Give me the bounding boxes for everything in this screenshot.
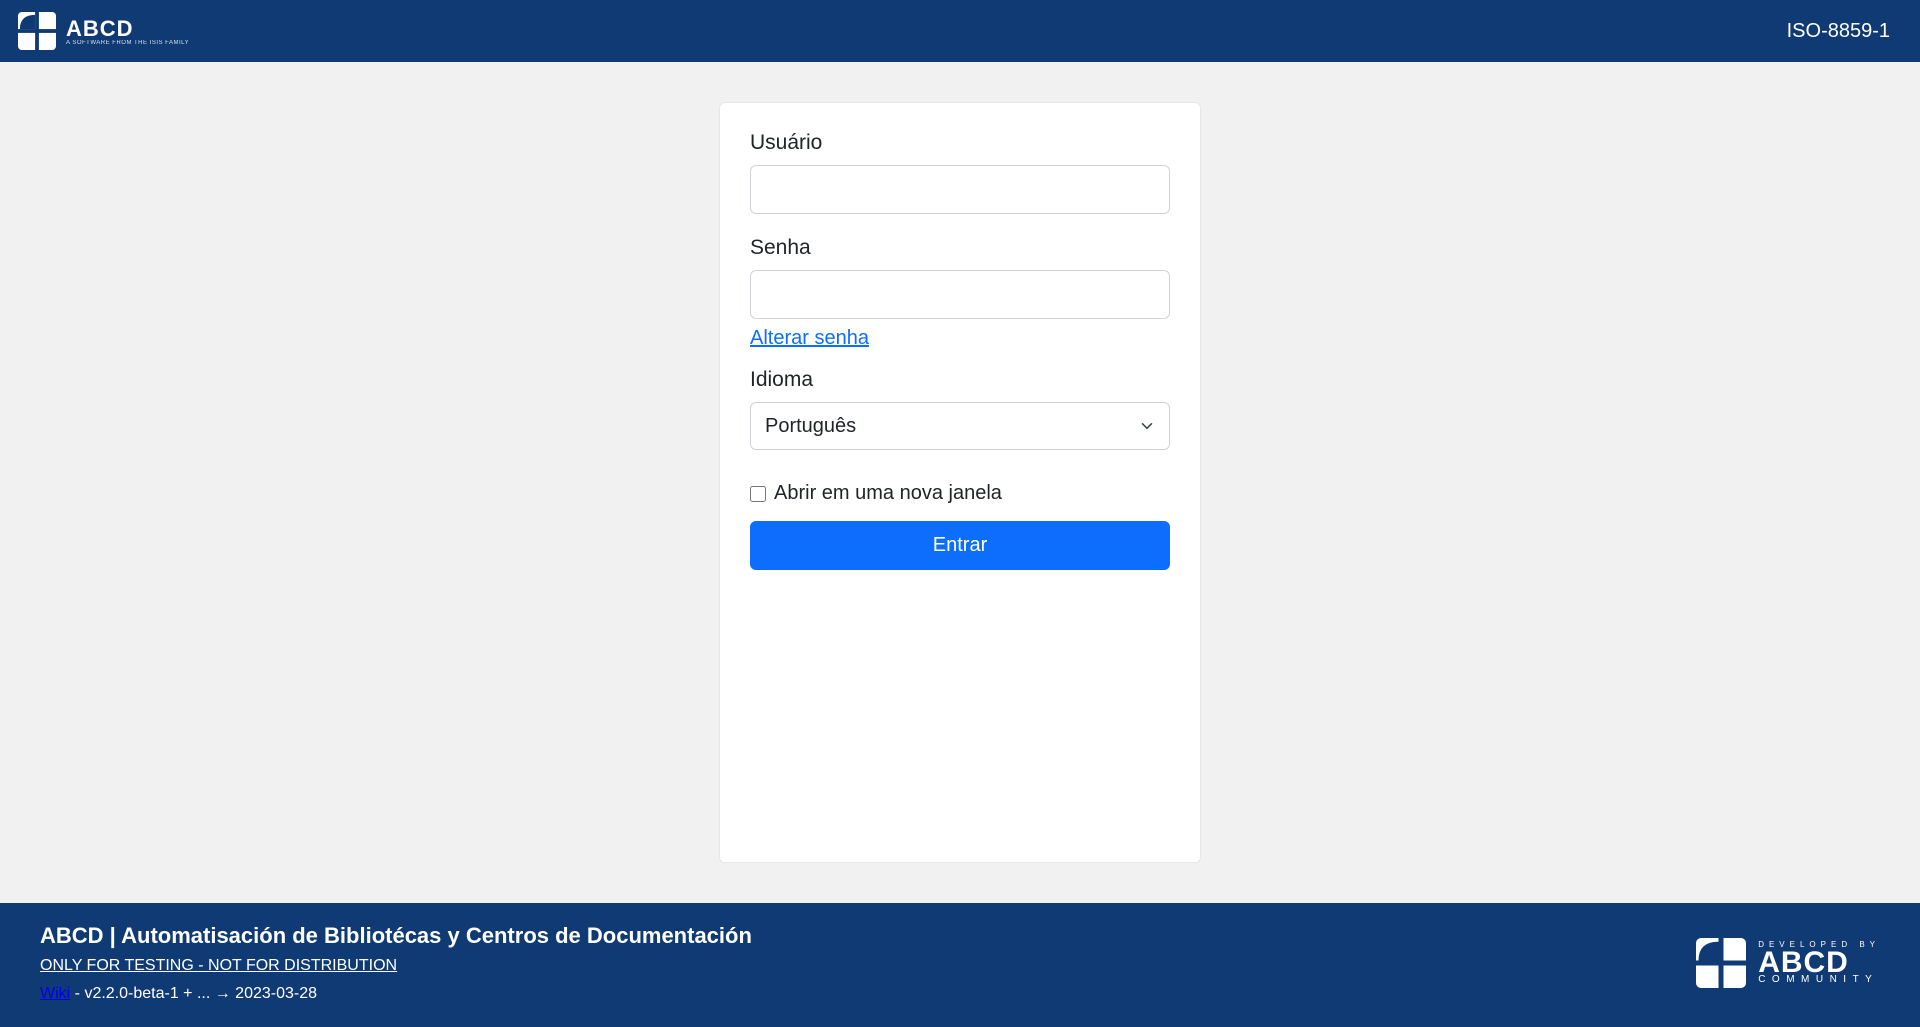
password-input[interactable]: [750, 270, 1170, 319]
app-subtitle: A SOFTWARE FROM THE ISIS FAMILY: [66, 40, 189, 46]
username-label: Usuário: [750, 131, 1170, 155]
community-text-block: DEVELOPED BY ABCD COMMUNITY: [1758, 941, 1880, 986]
language-label: Idioma: [750, 368, 1170, 392]
new-window-label[interactable]: Abrir em uma nova janela: [774, 482, 1002, 505]
community-sub-label: COMMUNITY: [1758, 975, 1880, 985]
header-left: ABCD A SOFTWARE FROM THE ISIS FAMILY: [18, 12, 189, 50]
login-card: Usuário Senha Alterar senha Idioma Portu…: [719, 102, 1201, 863]
app-title: ABCD: [66, 16, 134, 41]
new-window-checkbox[interactable]: [750, 486, 766, 502]
wiki-link[interactable]: Wiki: [40, 985, 70, 1002]
footer-title: ABCD | Automatisación de Bibliotécas y C…: [40, 923, 752, 949]
footer-version-row: Wiki - v2.2.0-beta-1 + ... → 2023-03-28: [40, 985, 752, 1003]
username-input[interactable]: [750, 165, 1170, 214]
footer-left: ABCD | Automatisación de Bibliotécas y C…: [40, 923, 752, 1003]
app-header: ABCD A SOFTWARE FROM THE ISIS FAMILY ISO…: [0, 0, 1920, 62]
change-password-link[interactable]: Alterar senha: [750, 327, 869, 350]
version-text: - v2.2.0-beta-1 + ... → 2023-03-28: [70, 985, 317, 1002]
encoding-label: ISO-8859-1: [1787, 20, 1890, 43]
submit-button[interactable]: Entrar: [750, 521, 1170, 570]
community-abcd-label: ABCD: [1758, 950, 1880, 976]
password-label: Senha: [750, 236, 1170, 260]
app-footer: ABCD | Automatisación de Bibliotécas y C…: [0, 903, 1920, 1027]
abcd-community-logo-icon: [1696, 938, 1746, 988]
language-select[interactable]: Português: [750, 402, 1170, 450]
main-content: Usuário Senha Alterar senha Idioma Portu…: [0, 62, 1920, 903]
abcd-logo-icon: [18, 12, 56, 50]
footer-right: DEVELOPED BY ABCD COMMUNITY: [1696, 938, 1880, 988]
testing-notice: ONLY FOR TESTING - NOT FOR DISTRIBUTION: [40, 957, 397, 975]
